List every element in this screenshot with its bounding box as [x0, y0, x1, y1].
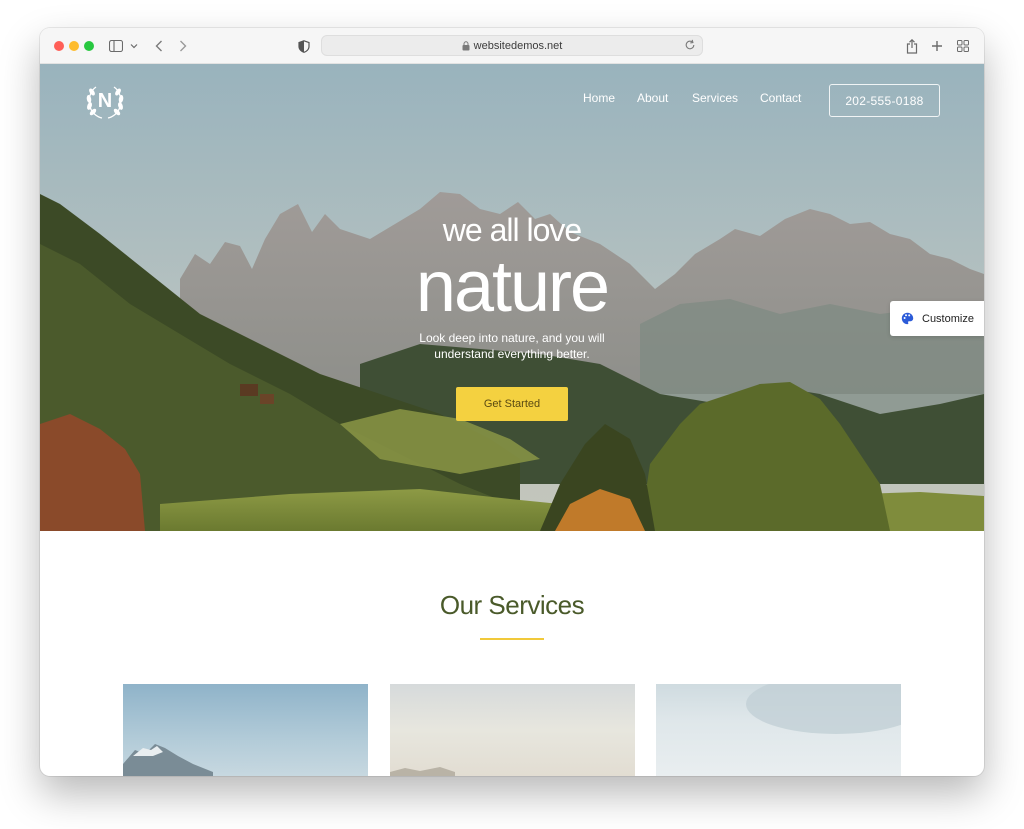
back-icon[interactable] [152, 36, 166, 56]
plus-icon[interactable] [929, 36, 945, 56]
address-bar[interactable]: websitedemos.net [321, 35, 703, 56]
lock-icon [462, 40, 470, 51]
close-window-button[interactable] [54, 41, 64, 51]
hero-title: nature [415, 247, 610, 327]
shield-icon[interactable] [297, 36, 311, 56]
mountain-image [123, 744, 213, 776]
url-text: websitedemos.net [473, 39, 563, 52]
service-card-image[interactable] [123, 684, 368, 776]
nav-about[interactable]: About [637, 91, 668, 105]
browser-toolbar: websitedemos.net [40, 28, 984, 64]
hero-description: Look deep into nature, and you will unde… [419, 331, 605, 361]
customize-label: Customize [922, 312, 974, 325]
forward-icon[interactable] [176, 36, 190, 56]
logo-letter: N [97, 89, 113, 112]
tabs-grid-icon[interactable] [955, 36, 971, 56]
minimize-window-button[interactable] [69, 41, 79, 51]
chevron-down-icon[interactable] [129, 36, 139, 56]
sky-image [746, 684, 901, 734]
nav-home[interactable]: Home [583, 91, 615, 105]
site-logo[interactable]: N [82, 81, 128, 121]
services-heading: Our Services [439, 590, 585, 620]
reload-icon[interactable] [684, 39, 696, 51]
heading-underline [480, 638, 544, 640]
nav-contact[interactable]: Contact [760, 91, 801, 105]
service-card-image[interactable] [656, 684, 901, 776]
nav-services[interactable]: Services [692, 91, 738, 105]
service-card-image[interactable] [390, 684, 635, 776]
palette-icon [901, 312, 914, 325]
get-started-button[interactable]: Get Started [456, 387, 568, 421]
share-icon[interactable] [904, 36, 920, 56]
hero-section: N Home About Services Contact 202-555-01… [40, 64, 984, 531]
customize-button[interactable]: Customize [890, 301, 984, 336]
phone-button[interactable]: 202-555-0188 [829, 84, 940, 117]
landscape-image [390, 767, 455, 776]
zoom-window-button[interactable] [84, 41, 94, 51]
browser-window: websitedemos.net N Home About Services C… [40, 28, 984, 776]
sidebar-icon[interactable] [108, 36, 124, 56]
